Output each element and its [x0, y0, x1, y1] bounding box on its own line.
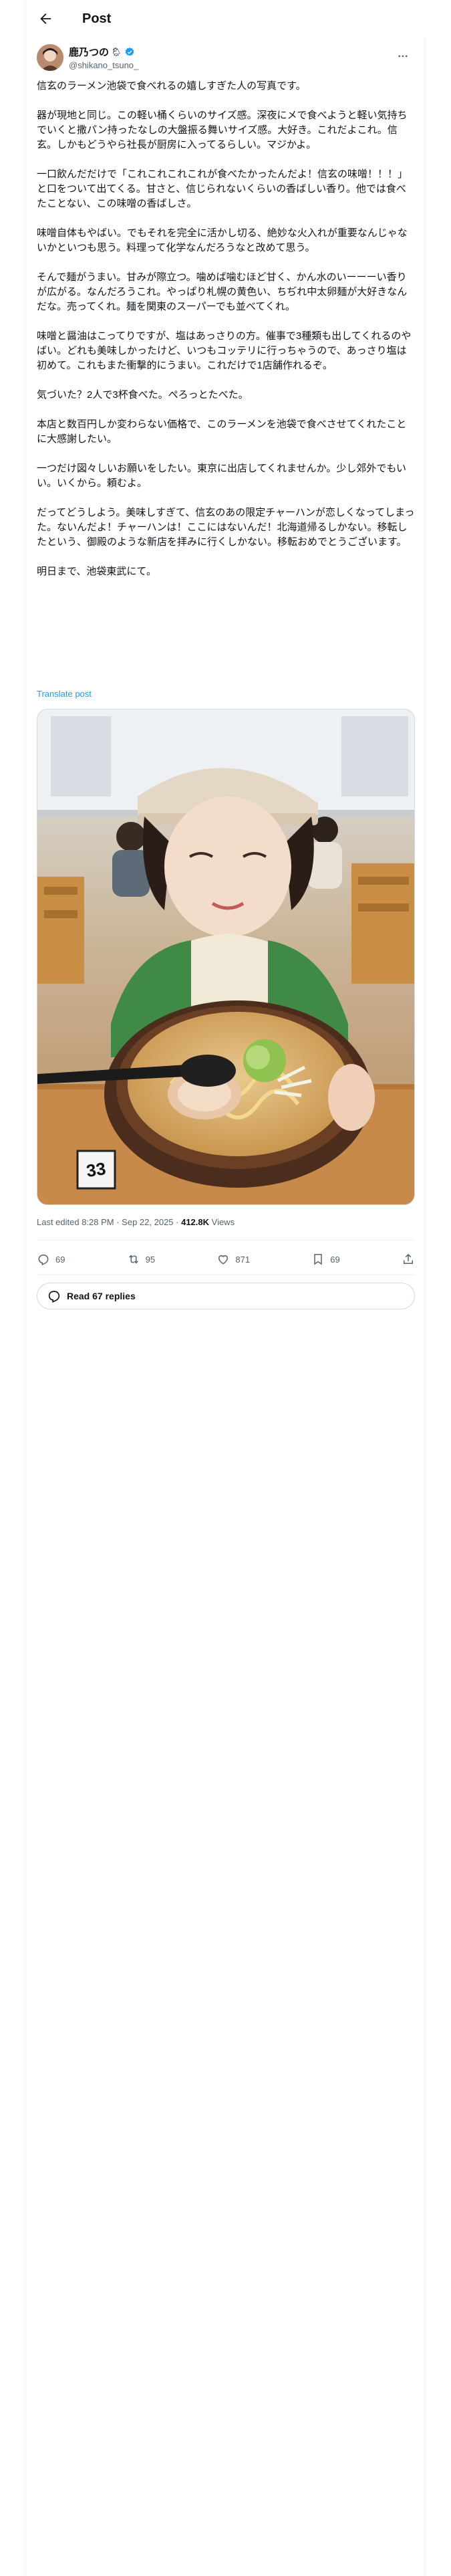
views-label: Views [209, 1217, 235, 1227]
edited-timestamp[interactable]: Last edited 8:28 PM · Sep 22, 2025 · [37, 1217, 181, 1227]
bookmark-button[interactable]: 69 [311, 1253, 340, 1266]
share-icon [403, 1253, 413, 1264]
page-title: Post [82, 11, 112, 26]
post-meta: Last edited 8:28 PM · Sep 22, 2025 · 412… [37, 1217, 235, 1227]
weather-emoji: 🌦 [111, 46, 122, 57]
back-button[interactable] [34, 7, 57, 30]
post-paragraph: 一つだけ図々しいお願いをしたい。東京に出店してくれませんか。少し郊外でもいい。い… [37, 463, 407, 489]
post-paragraph: 味噌自体もやばい。でもそれを完全に活かし切る、絶妙な火入れが重要なんじゃないかと… [37, 227, 408, 253]
more-options-button[interactable] [394, 47, 412, 66]
heart-icon [218, 1255, 229, 1265]
read-replies-button[interactable]: Read 67 replies [37, 1283, 415, 1309]
bookmark-icon [314, 1254, 323, 1265]
like-count: 871 [235, 1254, 251, 1265]
avatar[interactable] [37, 44, 63, 71]
translate-post-link[interactable]: Translate post [37, 689, 92, 699]
arrow-left-icon [40, 13, 51, 24]
post-text: 信玄のラーメン池袋で食べれるの嬉しすぎた人の写真です。 器が現地と同じ。この軽い… [37, 79, 415, 579]
post-paragraph: 器が現地と同じ。この軽い桶くらいのサイズ感。深夜にメで食べようと軽い気持ちでいく… [37, 110, 408, 150]
action-bar: 69 95 871 69 [37, 1248, 415, 1271]
author-names: 鹿乃つの 🌦 @shikano_tsuno_ [69, 45, 138, 71]
repost-icon [128, 1255, 138, 1264]
avatar-image [37, 44, 63, 71]
post-paragraph: そんで麺がうまい。甘みが際立つ。噛めば噛むほど甘く、かん水のいーーーい香りが広が… [37, 272, 408, 312]
bookmark-count: 69 [330, 1254, 340, 1265]
top-bar: Post [26, 0, 426, 37]
author-handle[interactable]: @shikano_tsuno_ [69, 60, 138, 70]
reply-count: 69 [55, 1254, 65, 1265]
reply-button[interactable]: 69 [37, 1253, 65, 1266]
chat-bubble-icon [48, 1291, 60, 1303]
post-photo[interactable]: 33 [37, 709, 415, 1205]
share-button[interactable] [402, 1253, 415, 1266]
divider [37, 1240, 415, 1241]
post-paragraph: だってどうしよう。美味しすぎて、信玄のあの限定チャーハンが恋しくなってしまった。… [37, 507, 415, 548]
verified-badge-icon [124, 47, 135, 58]
post-paragraph: 明日まで、池袋東武にて。 [37, 566, 156, 577]
repost-count: 95 [145, 1254, 156, 1265]
author-display-name[interactable]: 鹿乃つの [69, 45, 109, 59]
post-paragraph: 一口飲んだだけで「これこれこれこれが食べたかったんだよ！信玄の味噌！！！」と口を… [37, 169, 408, 209]
ellipsis-icon [398, 55, 408, 58]
post-paragraph: 本店と数百円しか変わらない価格で、このラーメンを池袋で食べさせてくれたことに大感… [37, 419, 407, 445]
post-paragraph: 信玄のラーメン池袋で食べれるの嬉しすぎた人の写真です。 [37, 80, 306, 92]
ramen-photo: 33 [37, 710, 414, 1204]
author-row: 鹿乃つの 🌦 @shikano_tsuno_ [37, 43, 415, 72]
post-column: Post 鹿乃つの 🌦 @shikano_tsuno_ 信玄のラーメン池袋で食べ… [25, 0, 426, 2576]
like-button[interactable]: 871 [216, 1253, 250, 1266]
table-number: 33 [85, 1158, 107, 1181]
post-paragraph: 気づいた？2人で3杯食べた。ぺろっとたべた。 [37, 389, 249, 401]
post-paragraph: 味噌と醤油はこってりですが、塩はあっさりの方。催事で3種類も出してくれるのやばい… [37, 330, 412, 371]
views-count: 412.8K [181, 1217, 210, 1227]
repost-button[interactable]: 95 [127, 1253, 155, 1266]
reply-icon [38, 1255, 49, 1266]
read-replies-label: Read 67 replies [67, 1291, 136, 1301]
